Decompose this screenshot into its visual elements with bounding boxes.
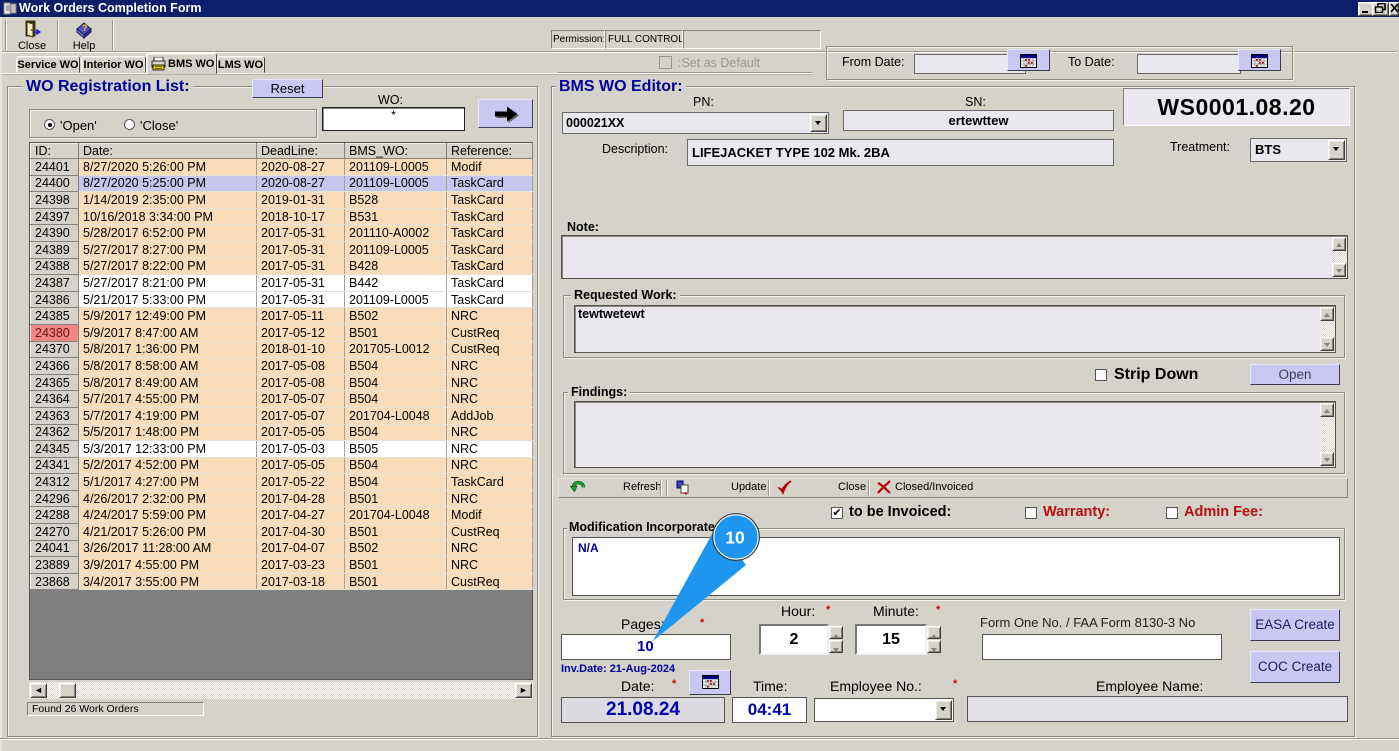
svg-text:?: ? [82, 23, 88, 33]
svg-text:10: 10 [725, 528, 745, 548]
